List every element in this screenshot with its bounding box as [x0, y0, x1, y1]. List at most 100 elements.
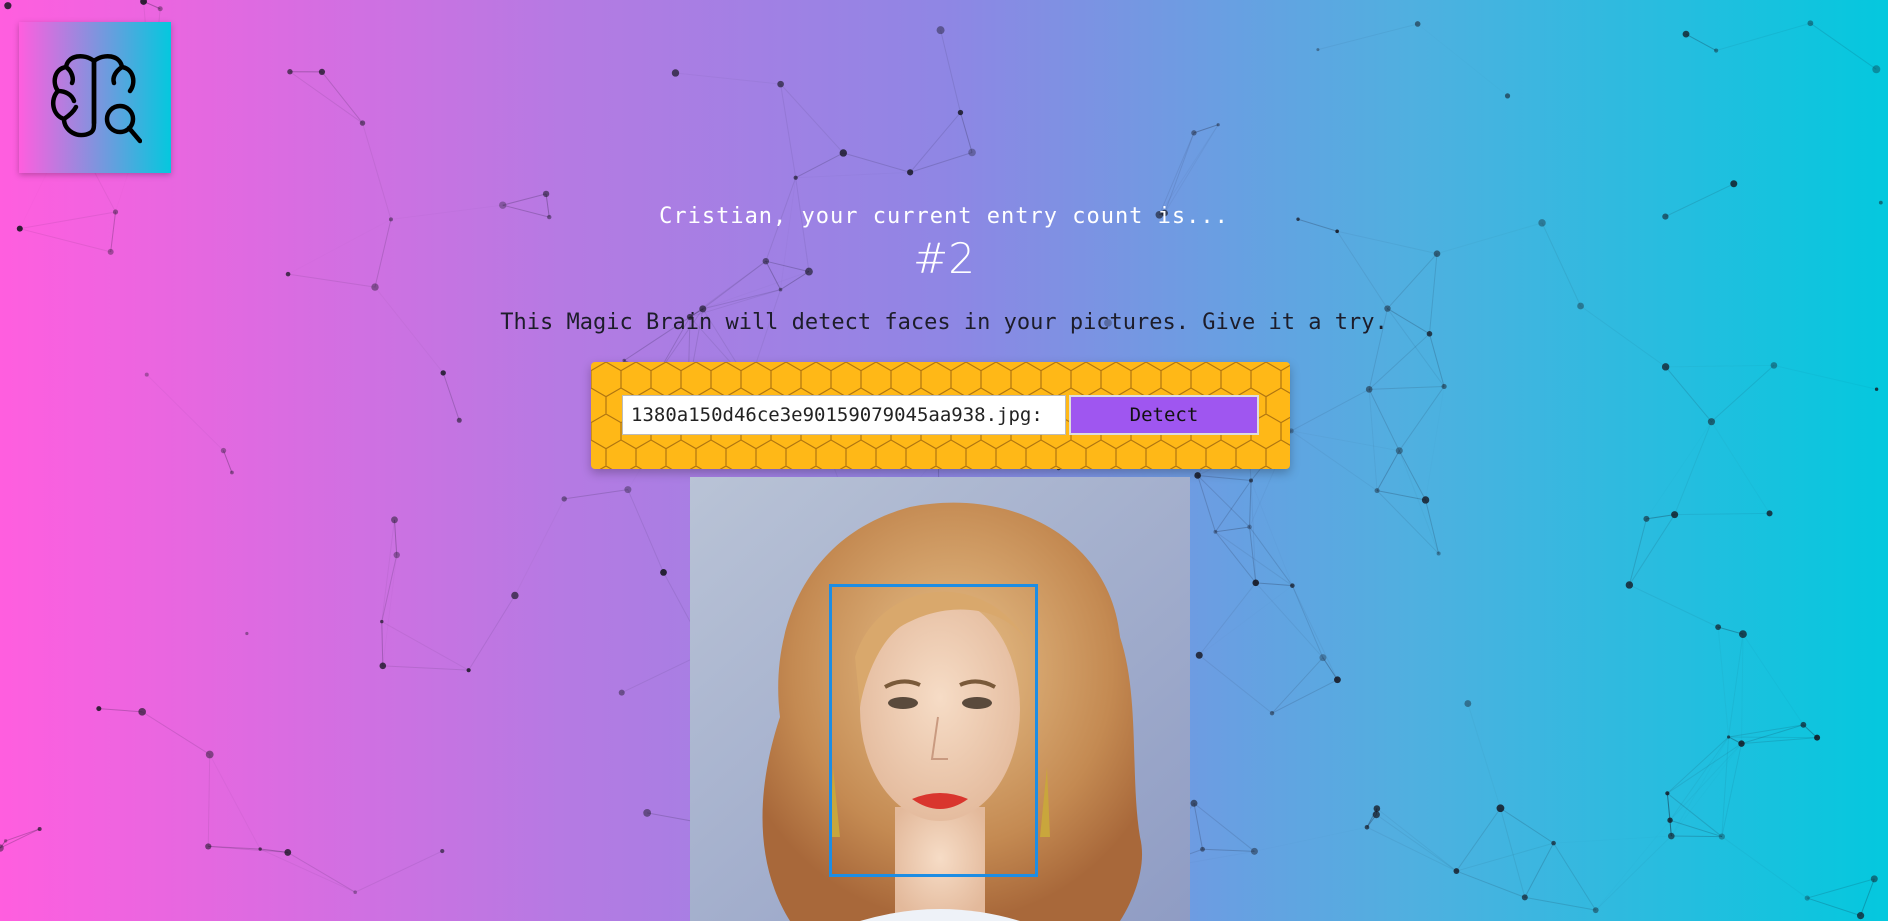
particle-link — [141, 711, 210, 755]
particle-link — [1250, 480, 1257, 583]
particle-link — [208, 845, 288, 853]
particle-link — [1291, 431, 1399, 451]
particle-link — [1629, 584, 1719, 628]
particle-dot — [205, 843, 212, 850]
particle-dot — [1316, 48, 1320, 52]
particle-dot — [1800, 721, 1807, 728]
particle-link — [1194, 713, 1272, 803]
particle-link — [1255, 582, 1293, 587]
particle-dot — [1216, 123, 1220, 127]
particle-link — [1728, 634, 1744, 738]
particle-dot — [1665, 791, 1670, 796]
particle-dot — [542, 190, 550, 198]
particle-dot — [1766, 510, 1773, 517]
particle-dot — [1667, 832, 1675, 840]
particle-link — [1249, 526, 1293, 586]
particle-link — [627, 489, 664, 573]
particle-link — [1728, 736, 1818, 739]
particle-dot — [1195, 651, 1203, 659]
particle-link — [354, 850, 443, 893]
particle-link — [209, 754, 261, 850]
particle-link — [1368, 389, 1378, 491]
uploaded-image — [690, 477, 1190, 921]
particle-link — [99, 709, 210, 755]
particle-dot — [1250, 847, 1258, 855]
particle-link — [1669, 819, 1722, 838]
image-url-form: Detect — [591, 362, 1290, 469]
particle-dot — [1551, 840, 1556, 846]
particle-dot — [1290, 583, 1295, 588]
particle-link — [1271, 679, 1338, 714]
particle-link — [1376, 490, 1439, 554]
particle-dot — [391, 516, 398, 524]
particle-link — [1669, 743, 1742, 821]
particle-dot — [96, 706, 102, 712]
particle-dot — [353, 890, 357, 895]
particle-link — [1376, 814, 1457, 872]
particle-dot — [1496, 804, 1505, 813]
particle-dot — [1441, 383, 1447, 390]
particle-link — [1728, 724, 1804, 738]
image-url-input[interactable] — [622, 395, 1066, 435]
particle-link — [1674, 512, 1770, 516]
particle-link — [1290, 388, 1370, 432]
particle-dot — [1715, 624, 1722, 631]
particle-dot — [1373, 805, 1381, 812]
particle-dot — [466, 668, 471, 673]
particle-dot — [456, 417, 462, 423]
particle-link — [1255, 582, 1324, 658]
particle-link — [1202, 848, 1255, 852]
particle-link — [1376, 450, 1400, 491]
detect-button[interactable]: Detect — [1069, 395, 1259, 435]
particle-link — [1524, 842, 1555, 898]
particle-dot — [511, 591, 519, 600]
particle-link — [1669, 736, 1729, 821]
particle-link — [1254, 827, 1367, 851]
particle-dot — [1247, 524, 1252, 530]
particle-link — [1595, 835, 1672, 911]
particle-dot — [1661, 363, 1670, 371]
particle-dot — [839, 149, 848, 157]
particle-link — [468, 595, 516, 671]
particle-dot — [1464, 700, 1472, 707]
particle-link — [0, 828, 40, 849]
particle-link — [5, 828, 40, 842]
particle-dot — [1814, 734, 1821, 741]
particle-link — [1773, 364, 1877, 390]
particle-link — [1715, 22, 1811, 52]
particle-link — [1398, 450, 1427, 501]
particle-link — [1671, 737, 1728, 836]
particle-dot — [1319, 654, 1327, 662]
particle-link — [442, 372, 460, 421]
particle-link — [223, 450, 233, 473]
particle-link — [1667, 736, 1729, 794]
particle-link — [1198, 654, 1273, 714]
particle-link — [909, 112, 961, 173]
particle-dot — [1870, 875, 1878, 883]
particle-dot — [1667, 817, 1673, 823]
particle-link — [1628, 518, 1647, 586]
particle-link — [1711, 365, 1775, 423]
particle-dot — [1213, 529, 1218, 534]
particle-link — [1456, 842, 1554, 872]
particle-link — [1455, 807, 1501, 872]
particle-dot — [318, 68, 326, 76]
particle-link — [1426, 386, 1445, 500]
particle-dot — [220, 447, 227, 454]
particle-link — [146, 374, 224, 451]
particle-dot — [1770, 362, 1778, 369]
particle-link — [1468, 704, 1501, 809]
particle-dot — [287, 69, 293, 75]
particle-link — [1666, 365, 1774, 366]
particle-dot — [1200, 846, 1205, 852]
particle-dot — [140, 0, 147, 5]
particle-dot — [1334, 676, 1341, 684]
particle-dot — [1643, 515, 1650, 522]
particle-dot — [1707, 418, 1716, 426]
particle-link — [1158, 124, 1219, 216]
particle-dot — [1453, 868, 1460, 874]
particle-dot — [907, 169, 914, 176]
particle-dot — [1335, 229, 1339, 234]
particle-dot — [1874, 387, 1879, 391]
particle-link — [1399, 451, 1438, 554]
